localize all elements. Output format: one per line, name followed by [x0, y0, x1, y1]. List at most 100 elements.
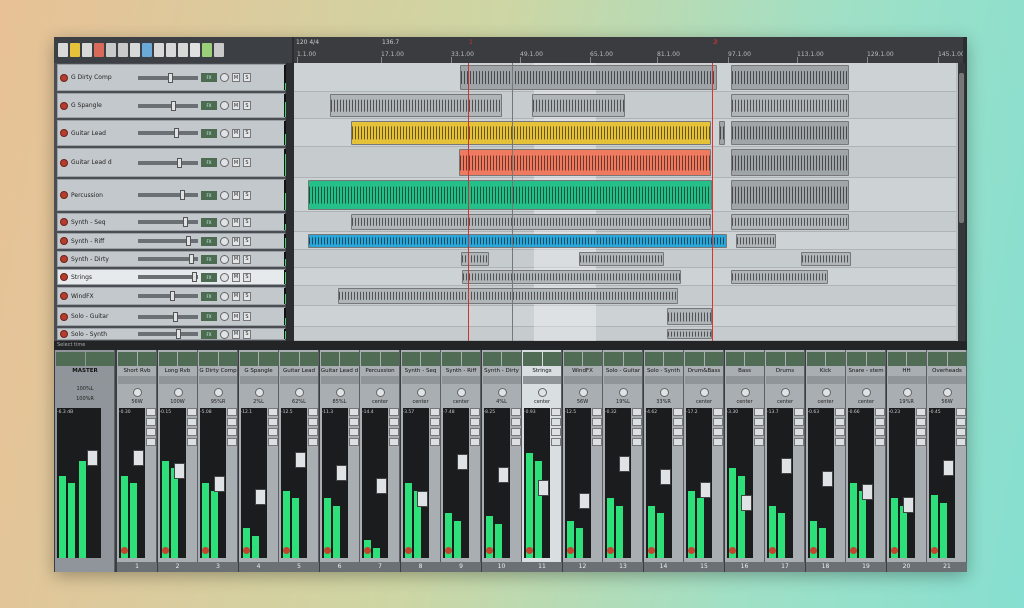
mute-button[interactable]: [389, 408, 399, 416]
routing-button[interactable]: [299, 352, 318, 366]
phase-button[interactable]: [794, 418, 804, 426]
mute-button[interactable]: [348, 408, 359, 416]
solo-button[interactable]: [308, 438, 318, 446]
routing-button[interactable]: [461, 352, 480, 366]
fx-button[interactable]: FX: [201, 272, 217, 282]
pan-knob[interactable]: [295, 388, 304, 397]
record-arm-button[interactable]: [60, 237, 68, 245]
pan-knob[interactable]: [376, 388, 385, 397]
edit-cursor[interactable]: [468, 63, 469, 341]
media-item[interactable]: [459, 149, 711, 176]
fader-handle[interactable]: [183, 217, 188, 227]
fx-bypass-button[interactable]: [753, 428, 764, 436]
volume-fader-handle[interactable]: [376, 478, 387, 494]
solo-button[interactable]: S: [243, 73, 251, 82]
solo-button[interactable]: S: [243, 272, 251, 282]
phase-button[interactable]: [308, 418, 318, 426]
mute-button[interactable]: M: [232, 73, 240, 82]
mute-button[interactable]: M: [232, 312, 240, 321]
vertical-scrollbar[interactable]: [958, 63, 965, 341]
solo-button[interactable]: [267, 438, 278, 446]
input-routing[interactable]: [401, 376, 440, 384]
volume-fader-handle[interactable]: [214, 476, 225, 492]
fx-bypass-button[interactable]: [956, 428, 966, 436]
project-marker[interactable]: 3: [714, 39, 718, 46]
phase-button[interactable]: [227, 418, 237, 426]
volume-fader-handle[interactable]: [740, 495, 752, 511]
track-lane[interactable]: [294, 327, 956, 341]
pan-knob[interactable]: [821, 388, 831, 397]
fx-button[interactable]: FX: [201, 312, 217, 321]
volume-fader[interactable]: [138, 100, 198, 111]
fx-insert-button[interactable]: [320, 352, 339, 366]
fx-bypass-button[interactable]: [794, 428, 804, 436]
input-routing[interactable]: [806, 376, 845, 384]
solo-button[interactable]: [713, 438, 723, 446]
phase-button[interactable]: [267, 418, 278, 426]
volume-fader-handle[interactable]: [659, 469, 671, 485]
fx-bypass-button[interactable]: [875, 428, 885, 436]
pan-knob[interactable]: [220, 217, 229, 227]
media-item[interactable]: [731, 121, 849, 145]
routing-button[interactable]: [623, 352, 642, 366]
pan-knob[interactable]: [220, 329, 229, 339]
fx-insert-button[interactable]: [806, 352, 825, 366]
fx-bypass-button[interactable]: [713, 428, 723, 436]
solo-button[interactable]: [794, 438, 804, 446]
routing-button[interactable]: [866, 352, 885, 366]
routing-button[interactable]: [85, 352, 114, 366]
pan-knob[interactable]: [700, 388, 709, 397]
media-item[interactable]: [351, 214, 711, 230]
media-item[interactable]: [731, 214, 849, 230]
fx-insert-button[interactable]: [482, 352, 501, 366]
media-item[interactable]: [667, 308, 712, 325]
volume-fader-handle[interactable]: [700, 482, 711, 498]
volume-fader[interactable]: [138, 236, 198, 246]
media-item[interactable]: [579, 252, 664, 266]
save-icon[interactable]: [82, 43, 92, 57]
mute-button[interactable]: [794, 408, 804, 416]
phase-button[interactable]: [429, 418, 440, 426]
input-routing[interactable]: [644, 376, 683, 384]
fader-handle[interactable]: [174, 128, 179, 138]
record-arm-button[interactable]: [323, 547, 331, 554]
record-arm-button[interactable]: [607, 547, 614, 554]
solo-button[interactable]: S: [243, 236, 251, 246]
phase-button[interactable]: [915, 418, 926, 426]
fader-handle[interactable]: [177, 157, 182, 168]
fx-insert-button[interactable]: [280, 352, 299, 366]
solo-button[interactable]: [348, 438, 359, 446]
input-routing[interactable]: [56, 376, 114, 384]
input-routing[interactable]: [766, 376, 804, 384]
mute-button[interactable]: [591, 408, 602, 416]
volume-fader[interactable]: [138, 72, 198, 83]
fx-bypass-button[interactable]: [186, 428, 197, 436]
fx-bypass-button[interactable]: [389, 428, 399, 436]
input-routing[interactable]: [482, 376, 521, 384]
volume-fader-handle[interactable]: [538, 480, 549, 496]
solo-button[interactable]: [146, 438, 156, 446]
record-arm-button[interactable]: [688, 547, 695, 554]
record-arm-button[interactable]: [60, 191, 68, 199]
pan-knob[interactable]: [220, 101, 229, 110]
volume-fader[interactable]: [138, 157, 198, 168]
track-header[interactable]: Solo - Guitar FX M S: [57, 307, 285, 326]
track-header[interactable]: Synth - Dirty FX M S: [57, 251, 285, 267]
pan-knob[interactable]: [781, 388, 790, 397]
ripple-icon[interactable]: [166, 43, 176, 57]
phase-button[interactable]: [875, 418, 885, 426]
phase-button[interactable]: [470, 418, 480, 426]
input-routing[interactable]: [887, 376, 926, 384]
solo-button[interactable]: [632, 438, 642, 446]
record-arm-button[interactable]: [647, 547, 655, 554]
track-header[interactable]: Synth - Seq FX M S: [57, 213, 285, 231]
mute-button[interactable]: [551, 408, 561, 416]
solo-button[interactable]: [429, 438, 440, 446]
routing-button[interactable]: [340, 352, 359, 366]
render-icon[interactable]: [94, 43, 104, 57]
input-routing[interactable]: [361, 376, 399, 384]
volume-fader[interactable]: [138, 272, 198, 282]
media-item[interactable]: [731, 180, 849, 210]
media-item[interactable]: [460, 65, 717, 90]
pan-knob[interactable]: [220, 272, 229, 282]
